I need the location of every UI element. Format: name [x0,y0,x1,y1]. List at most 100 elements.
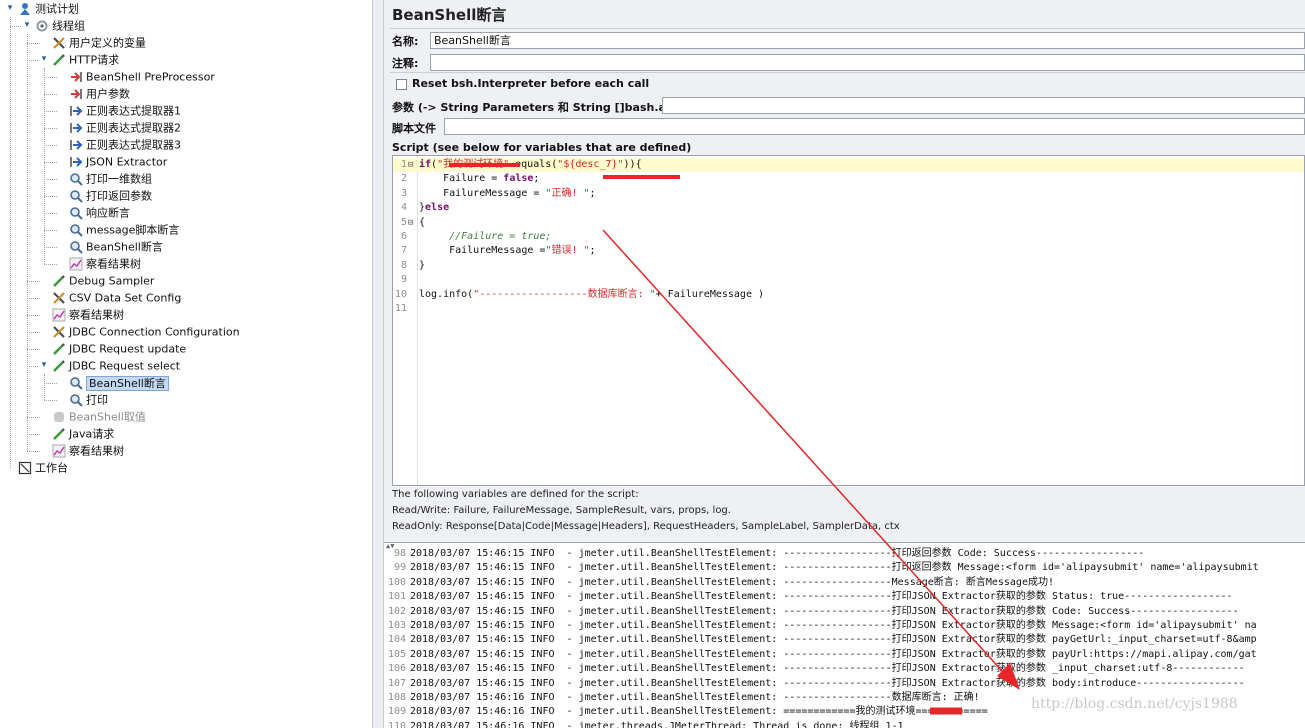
tree-item-node-27[interactable]: 工作台 [18,459,68,476]
tree-item-2[interactable]: 正则表达式提取器2 [69,119,181,136]
tree-item-jdbc-request-select[interactable]: JDBC Request select [52,357,180,374]
tree-guide-line [44,229,57,231]
tree-item-http[interactable]: HTTP请求 [52,51,119,68]
name-label: 名称: [392,35,419,48]
script-line[interactable]: 4}else [393,201,1304,215]
script-line[interactable]: 9 [393,273,1304,287]
script-line[interactable]: 3 FailureMessage = "正确! "; [393,187,1304,201]
tree-item-label: HTTP请求 [69,53,120,67]
log-line-number: 100 [387,576,406,588]
tree-item-beanshell-preprocessor[interactable]: BeanShell PreProcessor [69,68,215,85]
test-plan-tree[interactable]: ▾ 测试计划 ▾ 线程组 用户定义的变量 ▾ HTTP请求 BeanShell PreProc… [0,0,372,728]
tree-guide-line [27,34,28,451]
script-editor[interactable]: 1 ⊟ if("我的测试环境".equals("${desc_7}")){2 Fai… [392,155,1305,486]
log-line: 103 2018/03/07 15:46:15 INFO - jmeter.uti… [384,619,1257,633]
tree-item-node-1[interactable]: 线程组 [35,17,85,34]
gear-icon [35,19,49,33]
tree-item-node-10[interactable]: 打印一维数组 [69,170,152,187]
fold-toggle-icon[interactable]: ⊟ [408,216,416,230]
tree-toggle-icon[interactable]: ▾ [38,357,50,374]
tree-item-3[interactable]: 正则表达式提取器3 [69,136,181,153]
magnifier-icon [69,393,83,407]
log-line: 105 2018/03/07 15:46:15 INFO - jmeter.uti… [384,648,1257,662]
tree-item-node-23[interactable]: 打印 [69,391,108,408]
script-file-field[interactable] [444,118,1305,135]
tree-item-debug-sampler[interactable]: Debug Sampler [52,272,154,289]
chart-icon [52,444,66,458]
tree-item-csv-data-set-config[interactable]: CSV Data Set Config [52,289,181,306]
script-line[interactable]: 10 log.info("------------------数据库断言: "+ … [393,288,1304,302]
tree-item-label: 线程组 [52,19,85,33]
log-line: 110 2018/03/07 15:46:16 INFO - jmeter.thr… [384,720,904,728]
log-text: 2018/03/07 15:46:16 INFO - jmeter.util.B… [410,692,980,703]
tree-item-message[interactable]: message脚本断言 [69,221,179,238]
tree-toggle-icon[interactable]: ▾ [38,51,50,68]
reset-interpreter-checkbox[interactable] [396,79,407,90]
line-number: 5 [400,216,407,228]
tree-item-beanshell[interactable]: BeanShell断言 [69,374,169,391]
tree-guide-line [44,263,57,265]
tree-item-label: 察看结果树 [86,257,141,271]
script-line[interactable]: 1 ⊟ if("我的测试环境".equals("${desc_7}")){ [393,158,1304,172]
pane-splitter[interactable] [372,0,384,728]
tree-item-node-15[interactable]: 察看结果树 [69,255,141,272]
name-field[interactable]: BeanShell断言 [430,32,1305,49]
tree-guide-line [27,416,40,418]
log-line: 100 2018/03/07 15:46:15 INFO - jmeter.uti… [384,576,1054,590]
tree-guide-line [44,374,45,400]
tree-item-label: BeanShell PreProcessor [86,70,215,84]
tree-item-label: BeanShell取值 [69,410,146,424]
script-line[interactable]: 6 //Failure = true; [393,230,1304,244]
script-line[interactable]: 8} [393,259,1304,273]
script-line[interactable]: 5 ⊟{ [393,216,1304,230]
parameters-field[interactable] [662,97,1305,114]
tree-guide-line [27,280,40,282]
fold-toggle-icon[interactable]: ⊟ [408,158,416,172]
tree-item-beanshell[interactable]: BeanShell断言 [69,238,163,255]
tree-item-beanshell[interactable]: BeanShell取值 [52,408,146,425]
tree-toggle-icon[interactable]: ▾ [4,0,16,17]
tree-item-node-5[interactable]: 用户参数 [69,85,130,102]
script-line[interactable]: 7 FailureMessage ="错误! "; [393,244,1304,258]
tree-item-node-11[interactable]: 打印返回参数 [69,187,152,204]
tree-item-label: JSON Extractor [86,155,168,169]
tree-item-node-18[interactable]: 察看结果树 [52,306,124,323]
code-token: "我的测试环境" [437,159,510,170]
log-text: 2018/03/07 15:46:15 INFO - jmeter.util.B… [410,548,1145,559]
script-line[interactable]: 2 Failure = false; [393,172,1304,186]
magnifier-icon [69,206,83,220]
code-text: }else [419,201,449,215]
tree-item-label: Debug Sampler [69,274,155,288]
code-text: Failure = false; [419,172,539,186]
tree-item-node-2[interactable]: 用户定义的变量 [52,34,146,51]
tree-item-java[interactable]: Java请求 [52,425,114,442]
tree-item-label: 打印 [86,393,108,407]
log-line: 106 2018/03/07 15:46:15 INFO - jmeter.uti… [384,662,1245,676]
line-number: 3 [400,187,407,199]
script-label: Script (see below for variables that are… [392,141,692,154]
tree-item-node-12[interactable]: 响应断言 [69,204,130,221]
code-token: FailureMessage = [419,245,546,257]
tree-item-jdbc-request-update[interactable]: JDBC Request update [52,340,186,357]
comment-label: 注释: [392,57,419,70]
line-number: 9 [400,274,407,286]
tree-item-1[interactable]: 正则表达式提取器1 [69,102,181,119]
tree-guide-line [27,348,40,350]
pipette-icon [52,274,66,288]
tree-toggle-icon[interactable]: ▾ [21,17,33,34]
tree-item-node-0[interactable]: 测试计划 [18,0,79,17]
config-tools-icon [52,325,66,339]
tree-item-node-26[interactable]: 察看结果树 [52,442,124,459]
comment-field[interactable] [430,54,1305,71]
tree-item-label: BeanShell断言 [86,240,163,254]
magnifier-icon [69,223,83,237]
tree-item-jdbc-connection-configuration[interactable]: JDBC Connection Configuration [52,323,240,340]
line-number: 10 [394,288,407,300]
script-line[interactable]: 11 [393,302,1304,316]
log-line-number: 105 [387,648,406,660]
log-line: 98 2018/03/07 15:46:15 INFO - jmeter.util… [384,547,1144,561]
tree-guide-line [44,161,57,163]
tree-guide-line [44,246,57,248]
log-text: 2018/03/07 15:46:15 INFO - jmeter.util.B… [410,634,1257,646]
tree-item-json-extractor[interactable]: JSON Extractor [69,153,167,170]
